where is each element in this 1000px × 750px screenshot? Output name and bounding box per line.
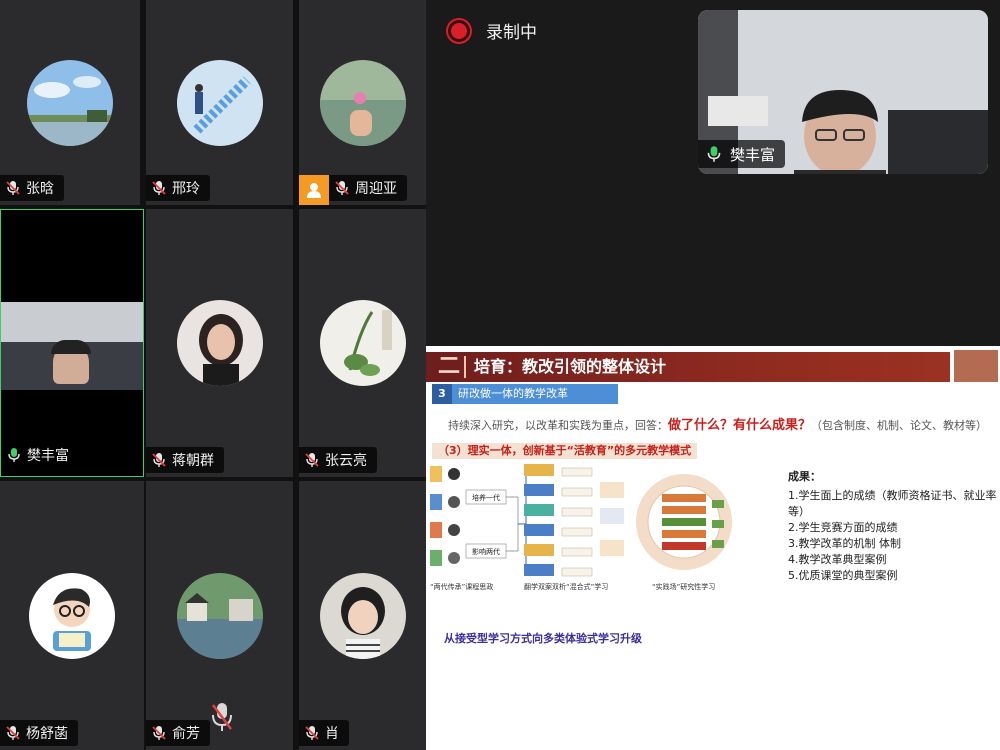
slide-part-title: 研改做一体的教学改革 [458, 387, 568, 400]
participant-tile[interactable]: 俞芳 [146, 481, 293, 750]
participant-name: 俞芳 [172, 726, 200, 742]
active-speaker-video[interactable]: 樊丰富 [698, 10, 988, 174]
recording-label: 录制中 [486, 23, 537, 43]
result-item: 2.学生竞赛方面的成绩 [788, 521, 898, 534]
participant-name: 樊丰富 [27, 448, 69, 464]
slide-section-number: 二 [438, 354, 461, 379]
diagram-caption: 翻学双案双析“混合式”学习 [524, 583, 609, 591]
lead-suffix: （包含制度、机制、论文、教材等） [811, 419, 988, 432]
results-list: 成果： 1.学生面上的成绩（教师资格证书、就业率等） 2.学生竞赛方面的成绩 3… [788, 468, 998, 584]
participant-name-tag: 周迎亚 [329, 175, 407, 201]
mic-muted-icon [335, 181, 349, 195]
participant-video [1, 302, 143, 390]
slide-lead-text: 持续深入研究，以改革和实践为重点，回答：做了什么？有什么成果？（包含制度、机制、… [448, 414, 987, 433]
mic-muted-icon [6, 181, 20, 195]
participant-name-tag: 张云亮 [299, 447, 377, 473]
participant-tile[interactable]: 肖 [299, 481, 426, 750]
participant-name-tag: 张晗 [0, 175, 64, 201]
participant-name: 周迎亚 [355, 181, 397, 197]
result-item: 3.教学改革的机制 体制 [788, 537, 901, 550]
participant-name: 邢玲 [172, 181, 200, 197]
participant-tile[interactable]: 张晗 [0, 0, 140, 205]
participant-name-tag: 肖 [299, 720, 349, 746]
diagram-label: 培养一代 [472, 493, 500, 502]
participant-tile[interactable]: 邢玲 [146, 0, 293, 205]
participant-tile[interactable]: 张云亮 [299, 209, 426, 477]
mic-muted-icon [152, 453, 166, 467]
lead-prefix: 持续深入研究，以改革和实践为重点，回答： [448, 419, 668, 432]
participant-tile[interactable]: 周迎亚 [299, 0, 426, 205]
record-icon [448, 19, 470, 42]
participant-name: 杨舒菡 [26, 726, 68, 742]
avatar [176, 59, 263, 146]
host-badge [299, 175, 329, 205]
mic-muted-icon [152, 726, 166, 740]
slide-subtitle: （3）理实一体，创新基于“活教育”的多元教学模式 [432, 443, 698, 459]
slide-footer-text: 从接受型学习方式向多类体验式学习升级 [444, 632, 642, 645]
divider [464, 356, 466, 378]
avatar [319, 572, 406, 659]
recording-indicator[interactable]: 录制中 [448, 18, 537, 43]
avatar [319, 59, 406, 146]
participant-name: 张云亮 [325, 453, 367, 469]
mic-muted-icon [6, 726, 20, 740]
slide-part-number: 3 [432, 384, 452, 404]
diagram-caption: “实践场”研究性学习 [652, 583, 716, 591]
avatar [176, 572, 263, 659]
avatar [29, 572, 115, 659]
mic-muted-icon[interactable] [210, 701, 234, 733]
participant-name-tag: 樊丰富 [1, 442, 79, 468]
avatar [176, 300, 263, 386]
participant-name-tag: 邢玲 [146, 175, 210, 201]
participant-name-tag: 俞芳 [146, 720, 210, 746]
lead-emphasis: 做了什么？有什么成果？ [668, 418, 812, 433]
result-item: 5.优质课堂的典型案例 [788, 569, 898, 582]
avatar [319, 300, 406, 386]
mic-muted-icon [152, 181, 166, 195]
avatar [27, 59, 113, 146]
speaker-name: 樊丰富 [730, 145, 776, 164]
person-icon [307, 183, 321, 198]
participant-name: 张晗 [26, 181, 54, 197]
speaker-name-tag: 樊丰富 [698, 140, 786, 168]
diagram-caption: “两代传承”课程思政 [430, 583, 494, 591]
participant-grid: 张晗 邢玲 周迎亚 樊丰富 蒋朝群 张云亮 杨舒菡 俞芳 肖 [0, 0, 426, 750]
participant-tile[interactable]: 蒋朝群 [146, 209, 293, 477]
participant-tile[interactable]: 杨舒菡 [0, 481, 144, 750]
mic-muted-icon [305, 453, 319, 467]
participant-name-tag: 蒋朝群 [146, 447, 224, 473]
participant-name-tag: 杨舒菡 [0, 720, 78, 746]
slide-header: 二 培育：教改引领的整体设计 [426, 352, 950, 382]
shared-slide: 二 培育：教改引领的整体设计 3 研改做一体的教学改革 持续深入研究，以改革和实… [426, 346, 1000, 750]
mic-muted-icon [305, 726, 319, 740]
result-item: 4.教学改革典型案例 [788, 553, 887, 566]
mic-active-icon [8, 448, 20, 462]
mic-active-icon [707, 146, 721, 162]
school-logo-image [954, 350, 998, 382]
diagram-label: 影响两代 [472, 547, 500, 556]
slide-part-bar: 3 研改做一体的教学改革 [432, 384, 618, 404]
teaching-model-diagram: 培养一代 影响两代 [430, 464, 732, 577]
participant-tile-active[interactable]: 樊丰富 [0, 209, 144, 477]
results-heading: 成果： [788, 470, 821, 483]
participant-name: 蒋朝群 [172, 453, 214, 469]
slide-title: 培育：教改引领的整体设计 [474, 357, 667, 376]
result-item: 1.学生面上的成绩（教师资格证书、就业率等） [788, 489, 997, 518]
participant-name: 肖 [325, 726, 339, 742]
